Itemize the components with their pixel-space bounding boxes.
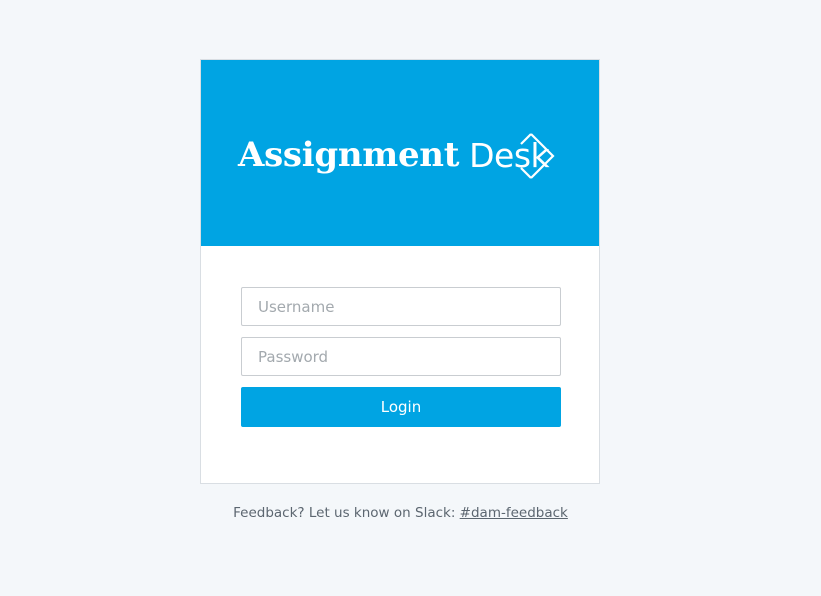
login-form: Login [241, 287, 561, 427]
username-input[interactable] [241, 287, 561, 326]
diamond-chevron-icon [520, 133, 555, 179]
feedback-text: Feedback? Let us know on Slack: [233, 505, 460, 521]
slack-channel-link[interactable]: #dam-feedback [460, 505, 568, 521]
app-logo: Assignment Desk [238, 130, 550, 180]
login-button[interactable]: Login [241, 387, 561, 427]
feedback-note: Feedback? Let us know on Slack: #dam-fee… [0, 505, 801, 521]
logo-text-assignment: Assignment [238, 135, 460, 175]
brand-header: Assignment Desk [201, 60, 599, 246]
password-input[interactable] [241, 337, 561, 376]
login-card: Assignment Desk Login [200, 59, 600, 484]
